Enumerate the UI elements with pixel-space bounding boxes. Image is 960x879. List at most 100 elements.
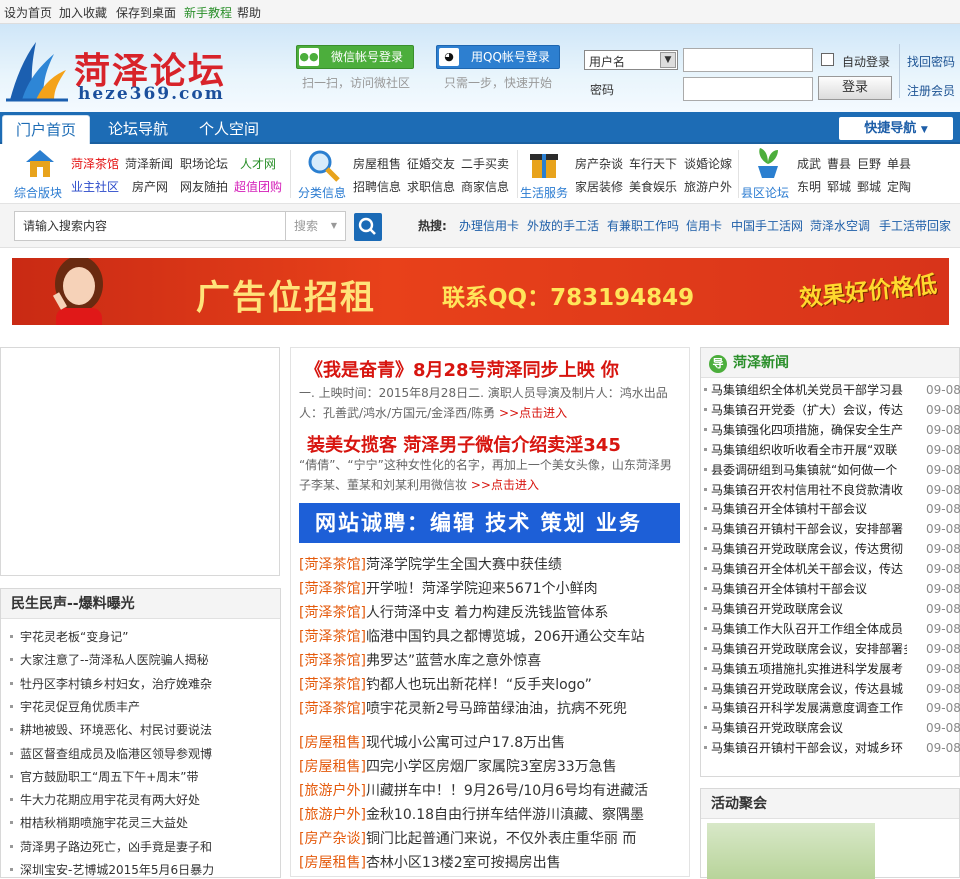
tab-portal-home[interactable]: 门户首页 [2, 115, 90, 144]
news-item-title[interactable]: 马集镇工作大队召开工作组全体成员 [711, 620, 907, 637]
headline-1[interactable]: 《我是奋青》8月28号菏泽同步上映 你 [305, 356, 619, 382]
cat-link[interactable]: 二手买卖 [461, 155, 509, 172]
thread-category-tag[interactable]: [菏泽茶馆] [299, 557, 366, 573]
thread-row[interactable]: [菏泽茶馆]临港中国钓具之都博览城，206开通公交车站 [299, 626, 681, 646]
thread-category-tag[interactable]: [旅游户外] [299, 807, 366, 823]
news-item-title[interactable]: 马集镇强化四项措施，确保安全生产 [711, 421, 907, 438]
register-link[interactable]: 注册会员 [907, 82, 955, 99]
cat-link[interactable]: 单县 [887, 155, 911, 172]
recruit-banner[interactable]: 网站诚聘：编辑 技术 策划 业务 [299, 503, 680, 543]
quick-nav-button[interactable]: 快捷导航 ▼ [839, 117, 953, 140]
thread-row[interactable]: [房屋租售]杏林小区13楼2室可按揭房出售 [299, 852, 681, 872]
thread-title[interactable]: 川藏拼车中！！9月26号/10月6号均有进藏活 [366, 783, 648, 799]
cat-link[interactable]: 菏泽新闻 [125, 155, 173, 172]
news-item-title[interactable]: 马集镇召开党政联席会议 [711, 719, 907, 736]
auto-login-checkbox[interactable] [821, 53, 834, 66]
category-life-service[interactable]: 生活服务 [520, 184, 568, 201]
cat-link[interactable]: 鄄城 [857, 178, 881, 195]
list-item[interactable]: 柑桔秋梢期喷施宇花灵三大益处 [20, 814, 230, 831]
category-classified[interactable]: 分类信息 [298, 184, 346, 201]
list-item[interactable]: 牡丹区李村镇乡村妇女，治疗娩难杂 [20, 675, 230, 692]
list-item[interactable]: 大家注意了--菏泽私人医院骗人揭秘 [20, 651, 230, 668]
tab-forum-nav[interactable]: 论坛导航 [94, 115, 182, 144]
add-favorite-link[interactable]: 加入收藏 [59, 4, 107, 21]
news-item-title[interactable]: 马集镇召开科学发展满意度调查工作 [711, 699, 907, 716]
thread-title[interactable]: 弗罗达”蓝营水库之意外惊喜 [366, 653, 541, 669]
cat-link[interactable]: 曹县 [827, 155, 851, 172]
wechat-login-button[interactable]: ●● 微信帐号登录 [296, 45, 414, 69]
ad-banner[interactable]: 广告位招租 联系QQ：783194849 效果好价格低 [12, 258, 949, 325]
cat-link[interactable]: 超值团购 [234, 178, 282, 195]
cat-link[interactable]: 美食娱乐 [629, 178, 677, 195]
thread-title[interactable]: 开学啦！菏泽学院迎来5671个小鲜肉 [366, 581, 598, 597]
thread-row[interactable]: [菏泽茶馆]钓都人也玩出新花样！“反手夹logo” [299, 674, 681, 694]
news-item-title[interactable]: 马集镇召开农村信用社不良贷款清收 [711, 481, 907, 498]
search-type-select[interactable]: 搜索 ▼ [286, 211, 346, 241]
thread-title[interactable]: 人行菏泽中支 着力构建反洗钱监管体系 [366, 605, 608, 621]
list-item[interactable]: 官方鼓励职工“周五下午+周末”带 [20, 768, 230, 785]
thread-title[interactable]: 钓都人也玩出新花样！“反手夹logo” [366, 677, 592, 693]
thread-title[interactable]: 四完小学区房烟厂家属院3室房33万急售 [366, 759, 617, 775]
list-item[interactable]: 宇花灵促豆角优质丰产 [20, 698, 230, 715]
category-county-forum[interactable]: 县区论坛 [741, 184, 789, 201]
hot-search-link[interactable]: 信用卡 [686, 217, 722, 234]
cat-link[interactable]: 职场论坛 [180, 155, 228, 172]
login-type-select[interactable]: 用户名 ▼ [584, 50, 678, 70]
news-item-title[interactable]: 马集镇召开全体机关干部会议，传达 [711, 560, 907, 577]
list-item[interactable]: 耕地被毁、环境恶化、村民讨要说法 [20, 721, 230, 738]
hot-search-link[interactable]: 外放的手工活 [527, 217, 599, 234]
thread-title[interactable]: 杏林小区13楼2室可按揭房出售 [366, 855, 561, 871]
thread-title[interactable]: 铜门比起普通门来说，不仅外表庄重华丽 而 [366, 831, 636, 847]
cat-link[interactable]: 业主社区 [71, 178, 119, 195]
thread-row[interactable]: [房屋租售]四完小学区房烟厂家属院3室房33万急售 [299, 756, 681, 776]
cat-link[interactable]: 人才网 [240, 155, 276, 172]
news-item-title[interactable]: 马集镇召开党政联席会议 [711, 600, 907, 617]
headline-2[interactable]: 装美女揽客 菏泽男子微信介绍卖淫345 [307, 431, 621, 457]
news-item-title[interactable]: 马集镇召开党政联席会议，传达贯彻 [711, 540, 907, 557]
cat-link[interactable]: 网友随拍 [180, 178, 228, 195]
cat-link[interactable]: 家居装修 [575, 178, 623, 195]
password-input[interactable] [683, 77, 813, 101]
cat-link[interactable]: 房产网 [132, 178, 168, 195]
read-more-link[interactable]: >>点击进入 [471, 478, 539, 492]
search-input[interactable]: 请输入搜索内容 [14, 211, 286, 241]
news-item-title[interactable]: 马集镇召开全体镇村干部会议 [711, 580, 907, 597]
news-item-title[interactable]: 马集镇召开党政联席会议，安排部署多 [711, 640, 907, 657]
thread-title[interactable]: 金秋10.18自由行拼车结伴游川滇藏、察隅墨 [366, 807, 644, 823]
list-item[interactable]: 宇花灵老板“变身记” [20, 628, 230, 645]
cat-link[interactable]: 定陶 [887, 178, 911, 195]
cat-link[interactable]: 旅游户外 [684, 178, 732, 195]
thread-category-tag[interactable]: [房屋租售] [299, 855, 366, 871]
search-button[interactable] [354, 213, 382, 241]
thread-category-tag[interactable]: [房产杂谈] [299, 831, 366, 847]
hot-search-link[interactable]: 有兼职工作吗 [607, 217, 679, 234]
save-desktop-link[interactable]: 保存到桌面 [116, 4, 176, 21]
cat-link[interactable]: 谈婚论嫁 [684, 155, 732, 172]
news-item-title[interactable]: 马集镇召开镇村干部会议，对城乡环 [711, 739, 907, 756]
list-item[interactable]: 蓝区督查组成员及临港区领导参观博 [20, 745, 230, 762]
set-home-link[interactable]: 设为首页 [4, 4, 52, 21]
activity-thumbnail[interactable] [707, 823, 875, 879]
thread-category-tag[interactable]: [菏泽茶馆] [299, 677, 366, 693]
thread-row[interactable]: [菏泽茶馆]人行菏泽中支 着力构建反洗钱监管体系 [299, 602, 681, 622]
hot-search-link[interactable]: 菏泽水空调 [810, 217, 870, 234]
hot-search-link[interactable]: 办理信用卡 [459, 217, 519, 234]
hot-search-link[interactable]: 中国手工活网 [731, 217, 803, 234]
cat-link[interactable]: 征婚交友 [407, 155, 455, 172]
forgot-password-link[interactable]: 找回密码 [907, 53, 955, 70]
thread-title[interactable]: 临港中国钓具之都博览城，206开通公交车站 [366, 629, 645, 645]
thread-row[interactable]: [菏泽茶馆]开学啦！菏泽学院迎来5671个小鲜肉 [299, 578, 681, 598]
thread-row[interactable]: [菏泽茶馆]弗罗达”蓝营水库之意外惊喜 [299, 650, 681, 670]
cat-link[interactable]: 商家信息 [461, 178, 509, 195]
cat-link[interactable]: 车行天下 [629, 155, 677, 172]
news-item-title[interactable]: 马集镇组织全体机关党员干部学习县 [711, 381, 907, 398]
news-item-title[interactable]: 马集镇组织收听收看全市开展“双联 [711, 441, 907, 458]
newbie-guide-link[interactable]: 新手教程 [184, 4, 232, 21]
thread-title[interactable]: 喷宇花灵新2号马蹄苗绿油油，抗病不死兜 [366, 701, 627, 717]
thread-category-tag[interactable]: [菏泽茶馆] [299, 653, 366, 669]
thread-category-tag[interactable]: [房屋租售] [299, 759, 366, 775]
thread-category-tag[interactable]: [菏泽茶馆] [299, 605, 366, 621]
cat-link[interactable]: 东明 [797, 178, 821, 195]
news-item-title[interactable]: 马集镇召开党政联席会议，传达县城 [711, 680, 907, 697]
thread-category-tag[interactable]: [菏泽茶馆] [299, 701, 366, 717]
